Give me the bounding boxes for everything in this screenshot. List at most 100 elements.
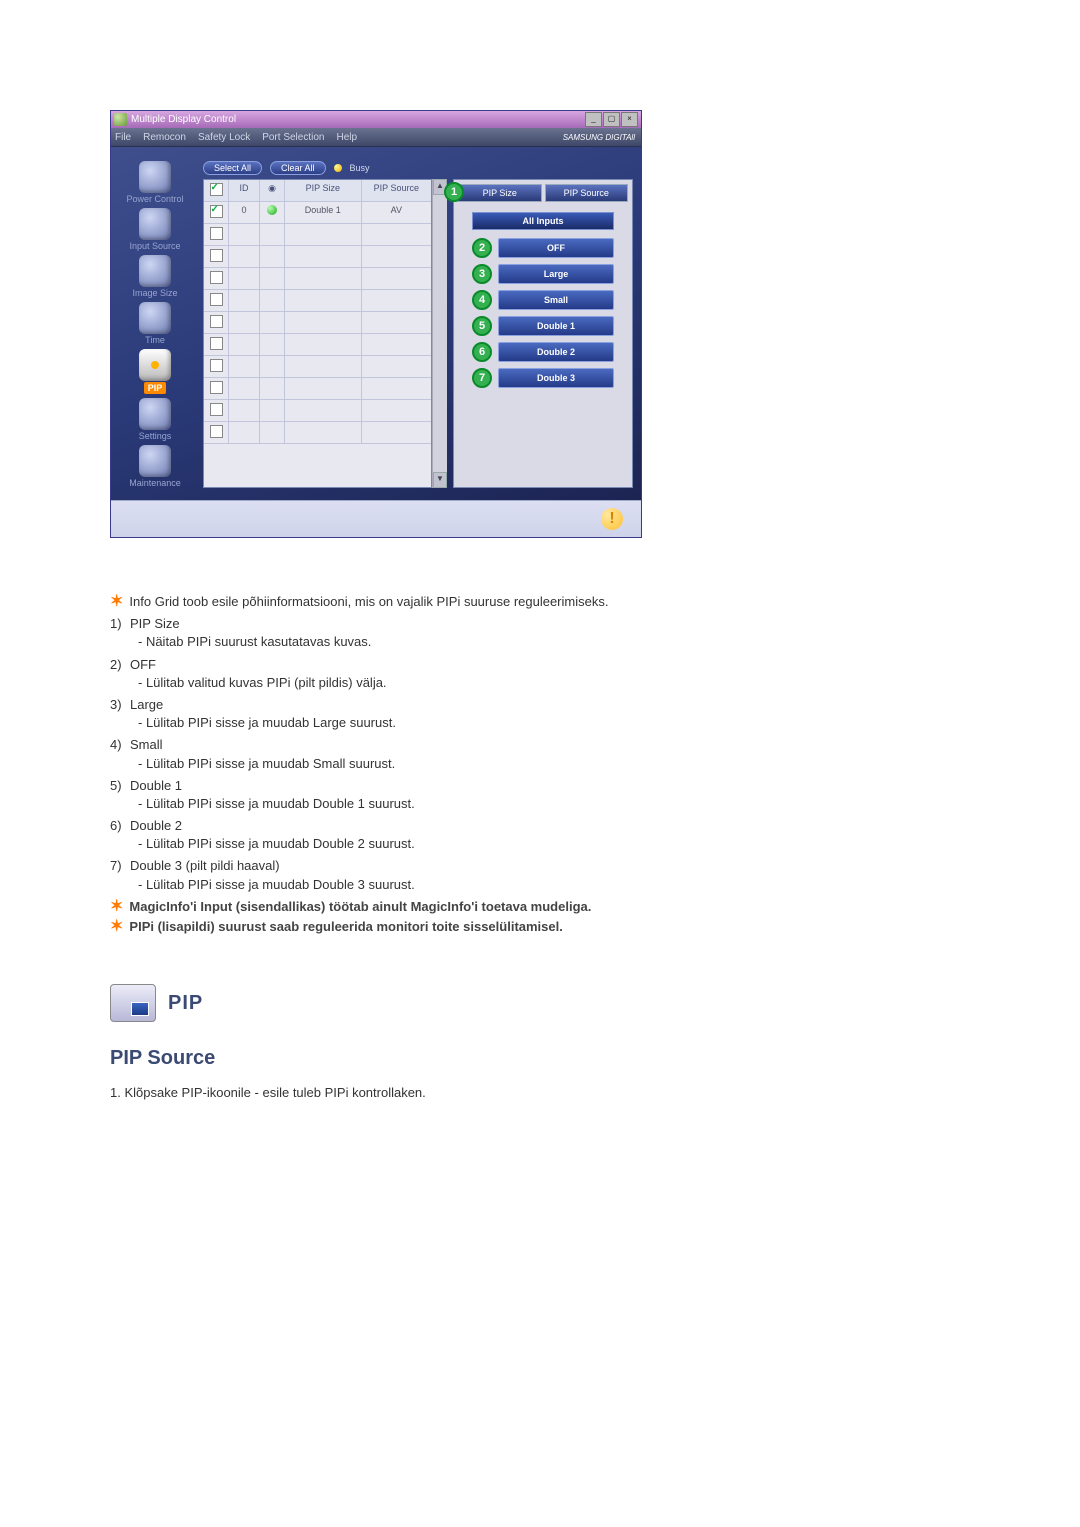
- table-row: [204, 356, 431, 378]
- tab-pip-size[interactable]: PIP Size: [458, 184, 542, 202]
- sidebar: Power Control Input Source Image Size Ti…: [111, 159, 199, 488]
- pip-large-button[interactable]: Large: [498, 264, 614, 284]
- list-item: 7)Double 3 (pilt pildi haaval) - Lülitab…: [110, 857, 970, 893]
- sidebar-item-time[interactable]: Time: [119, 302, 191, 345]
- pip-double1-button[interactable]: Double 1: [498, 316, 614, 336]
- input-source-icon: [139, 208, 171, 240]
- table-row: [204, 290, 431, 312]
- pip-off-button[interactable]: OFF: [498, 238, 614, 258]
- star-icon: ✶: [110, 898, 123, 916]
- close-button[interactable]: ×: [621, 112, 638, 127]
- cell-pip-size: Double 1: [285, 202, 362, 223]
- list-item: 3)Large - Lülitab PIPi sisse ja muudab L…: [110, 696, 970, 732]
- cell-pip-source: AV: [362, 202, 431, 223]
- pip-section-title: PIP: [168, 989, 203, 1017]
- star-icon: ✶: [110, 918, 123, 936]
- app-window: Multiple Display Control _ ▢ × File Remo…: [110, 110, 642, 538]
- busy-label: Busy: [350, 163, 370, 173]
- select-all-button[interactable]: Select All: [203, 161, 262, 175]
- col-id[interactable]: ID: [229, 180, 260, 201]
- sidebar-item-pip[interactable]: PIP: [119, 349, 191, 394]
- table-row: [204, 422, 431, 444]
- row-checkbox[interactable]: [210, 315, 223, 328]
- window-title: Multiple Display Control: [131, 114, 585, 125]
- pip-small-button[interactable]: Small: [498, 290, 614, 310]
- pip-source-step-1: 1. Klõpsake PIP-ikoonile - esile tuleb P…: [110, 1084, 970, 1102]
- table-row: [204, 334, 431, 356]
- row-checkbox[interactable]: [210, 271, 223, 284]
- row-checkbox[interactable]: [210, 359, 223, 372]
- sidebar-item-maintenance[interactable]: Maintenance: [119, 445, 191, 488]
- callout-5: 5: [472, 316, 492, 336]
- all-inputs-heading: All Inputs: [472, 212, 614, 230]
- grid-header-row: ID ◉ PIP Size PIP Source: [204, 180, 431, 202]
- callout-2: 2: [472, 238, 492, 258]
- pip-source-heading: PIP Source: [110, 1044, 970, 1072]
- star-icon: ✶: [110, 593, 123, 611]
- maintenance-icon: [139, 445, 171, 477]
- note-1: MagicInfo'i Input (sisendallikas) töötab…: [129, 898, 591, 916]
- row-checkbox[interactable]: [210, 249, 223, 262]
- callout-6: 6: [472, 342, 492, 362]
- pip-icon: [139, 349, 171, 381]
- brand-label: SAMSUNG DIGITAll: [563, 133, 635, 142]
- col-status-icon: ◉: [260, 180, 285, 201]
- sidebar-item-settings[interactable]: Settings: [119, 398, 191, 441]
- table-row: [204, 224, 431, 246]
- col-pip-source[interactable]: PIP Source: [362, 180, 431, 201]
- callout-4: 4: [472, 290, 492, 310]
- menu-file[interactable]: File: [115, 132, 131, 143]
- cell-id: 0: [229, 202, 260, 223]
- pip-double3-button[interactable]: Double 3: [498, 368, 614, 388]
- sidebar-item-input-source[interactable]: Input Source: [119, 208, 191, 251]
- status-bar: !: [111, 500, 641, 537]
- header-checkbox[interactable]: [210, 183, 223, 196]
- menu-remocon[interactable]: Remocon: [143, 132, 186, 143]
- list-item: 6)Double 2 - Lülitab PIPi sisse ja muuda…: [110, 817, 970, 853]
- table-row[interactable]: 0 Double 1 AV: [204, 202, 431, 224]
- maximize-button[interactable]: ▢: [603, 112, 620, 127]
- row-checkbox[interactable]: [210, 381, 223, 394]
- app-logo-icon: [114, 113, 127, 126]
- col-pip-size[interactable]: PIP Size: [285, 180, 362, 201]
- pip-double2-button[interactable]: Double 2: [498, 342, 614, 362]
- list-item: 2)OFF - Lülitab valitud kuvas PIPi (pilt…: [110, 656, 970, 692]
- row-checkbox[interactable]: [210, 425, 223, 438]
- note-2: PIPi (lisapildi) suurust saab reguleerid…: [129, 918, 562, 936]
- tab-pip-source[interactable]: PIP Source: [545, 184, 629, 202]
- menu-safety-lock[interactable]: Safety Lock: [198, 132, 250, 143]
- list-item: 4)Small - Lülitab PIPi sisse ja muudab S…: [110, 736, 970, 772]
- settings-icon: [139, 398, 171, 430]
- sidebar-item-power-control[interactable]: Power Control: [119, 161, 191, 204]
- callout-7: 7: [472, 368, 492, 388]
- numbered-list: 1)PIP Size - Näitab PIPi suurust kasutat…: [110, 615, 970, 894]
- grid-scrollbar[interactable]: ▲ ▼: [432, 179, 447, 488]
- sidebar-item-image-size[interactable]: Image Size: [119, 255, 191, 298]
- info-grid: ID ◉ PIP Size PIP Source 0 Doub: [203, 179, 432, 488]
- clear-all-button[interactable]: Clear All: [270, 161, 326, 175]
- intro-text: Info Grid toob esile põhiinformatsiooni,…: [129, 593, 608, 611]
- power-icon: [139, 161, 171, 193]
- row-checkbox[interactable]: [210, 227, 223, 240]
- image-size-icon: [139, 255, 171, 287]
- menubar: File Remocon Safety Lock Port Selection …: [111, 128, 641, 147]
- row-checkbox[interactable]: [210, 293, 223, 306]
- table-row: [204, 246, 431, 268]
- scroll-down-icon[interactable]: ▼: [433, 472, 447, 488]
- pip-section-icon: [110, 984, 156, 1022]
- time-icon: [139, 302, 171, 334]
- warning-icon: !: [601, 508, 623, 530]
- menu-port-selection[interactable]: Port Selection: [262, 132, 324, 143]
- row-checkbox[interactable]: [210, 205, 223, 218]
- menu-help[interactable]: Help: [336, 132, 357, 143]
- table-row: [204, 312, 431, 334]
- busy-indicator-icon: [334, 164, 342, 172]
- titlebar: Multiple Display Control _ ▢ ×: [111, 111, 641, 128]
- minimize-button[interactable]: _: [585, 112, 602, 127]
- table-row: [204, 400, 431, 422]
- article-body: ✶ Info Grid toob esile põhiinformatsioon…: [110, 593, 970, 1102]
- table-row: [204, 378, 431, 400]
- status-lamp-icon: [267, 205, 277, 215]
- row-checkbox[interactable]: [210, 337, 223, 350]
- row-checkbox[interactable]: [210, 403, 223, 416]
